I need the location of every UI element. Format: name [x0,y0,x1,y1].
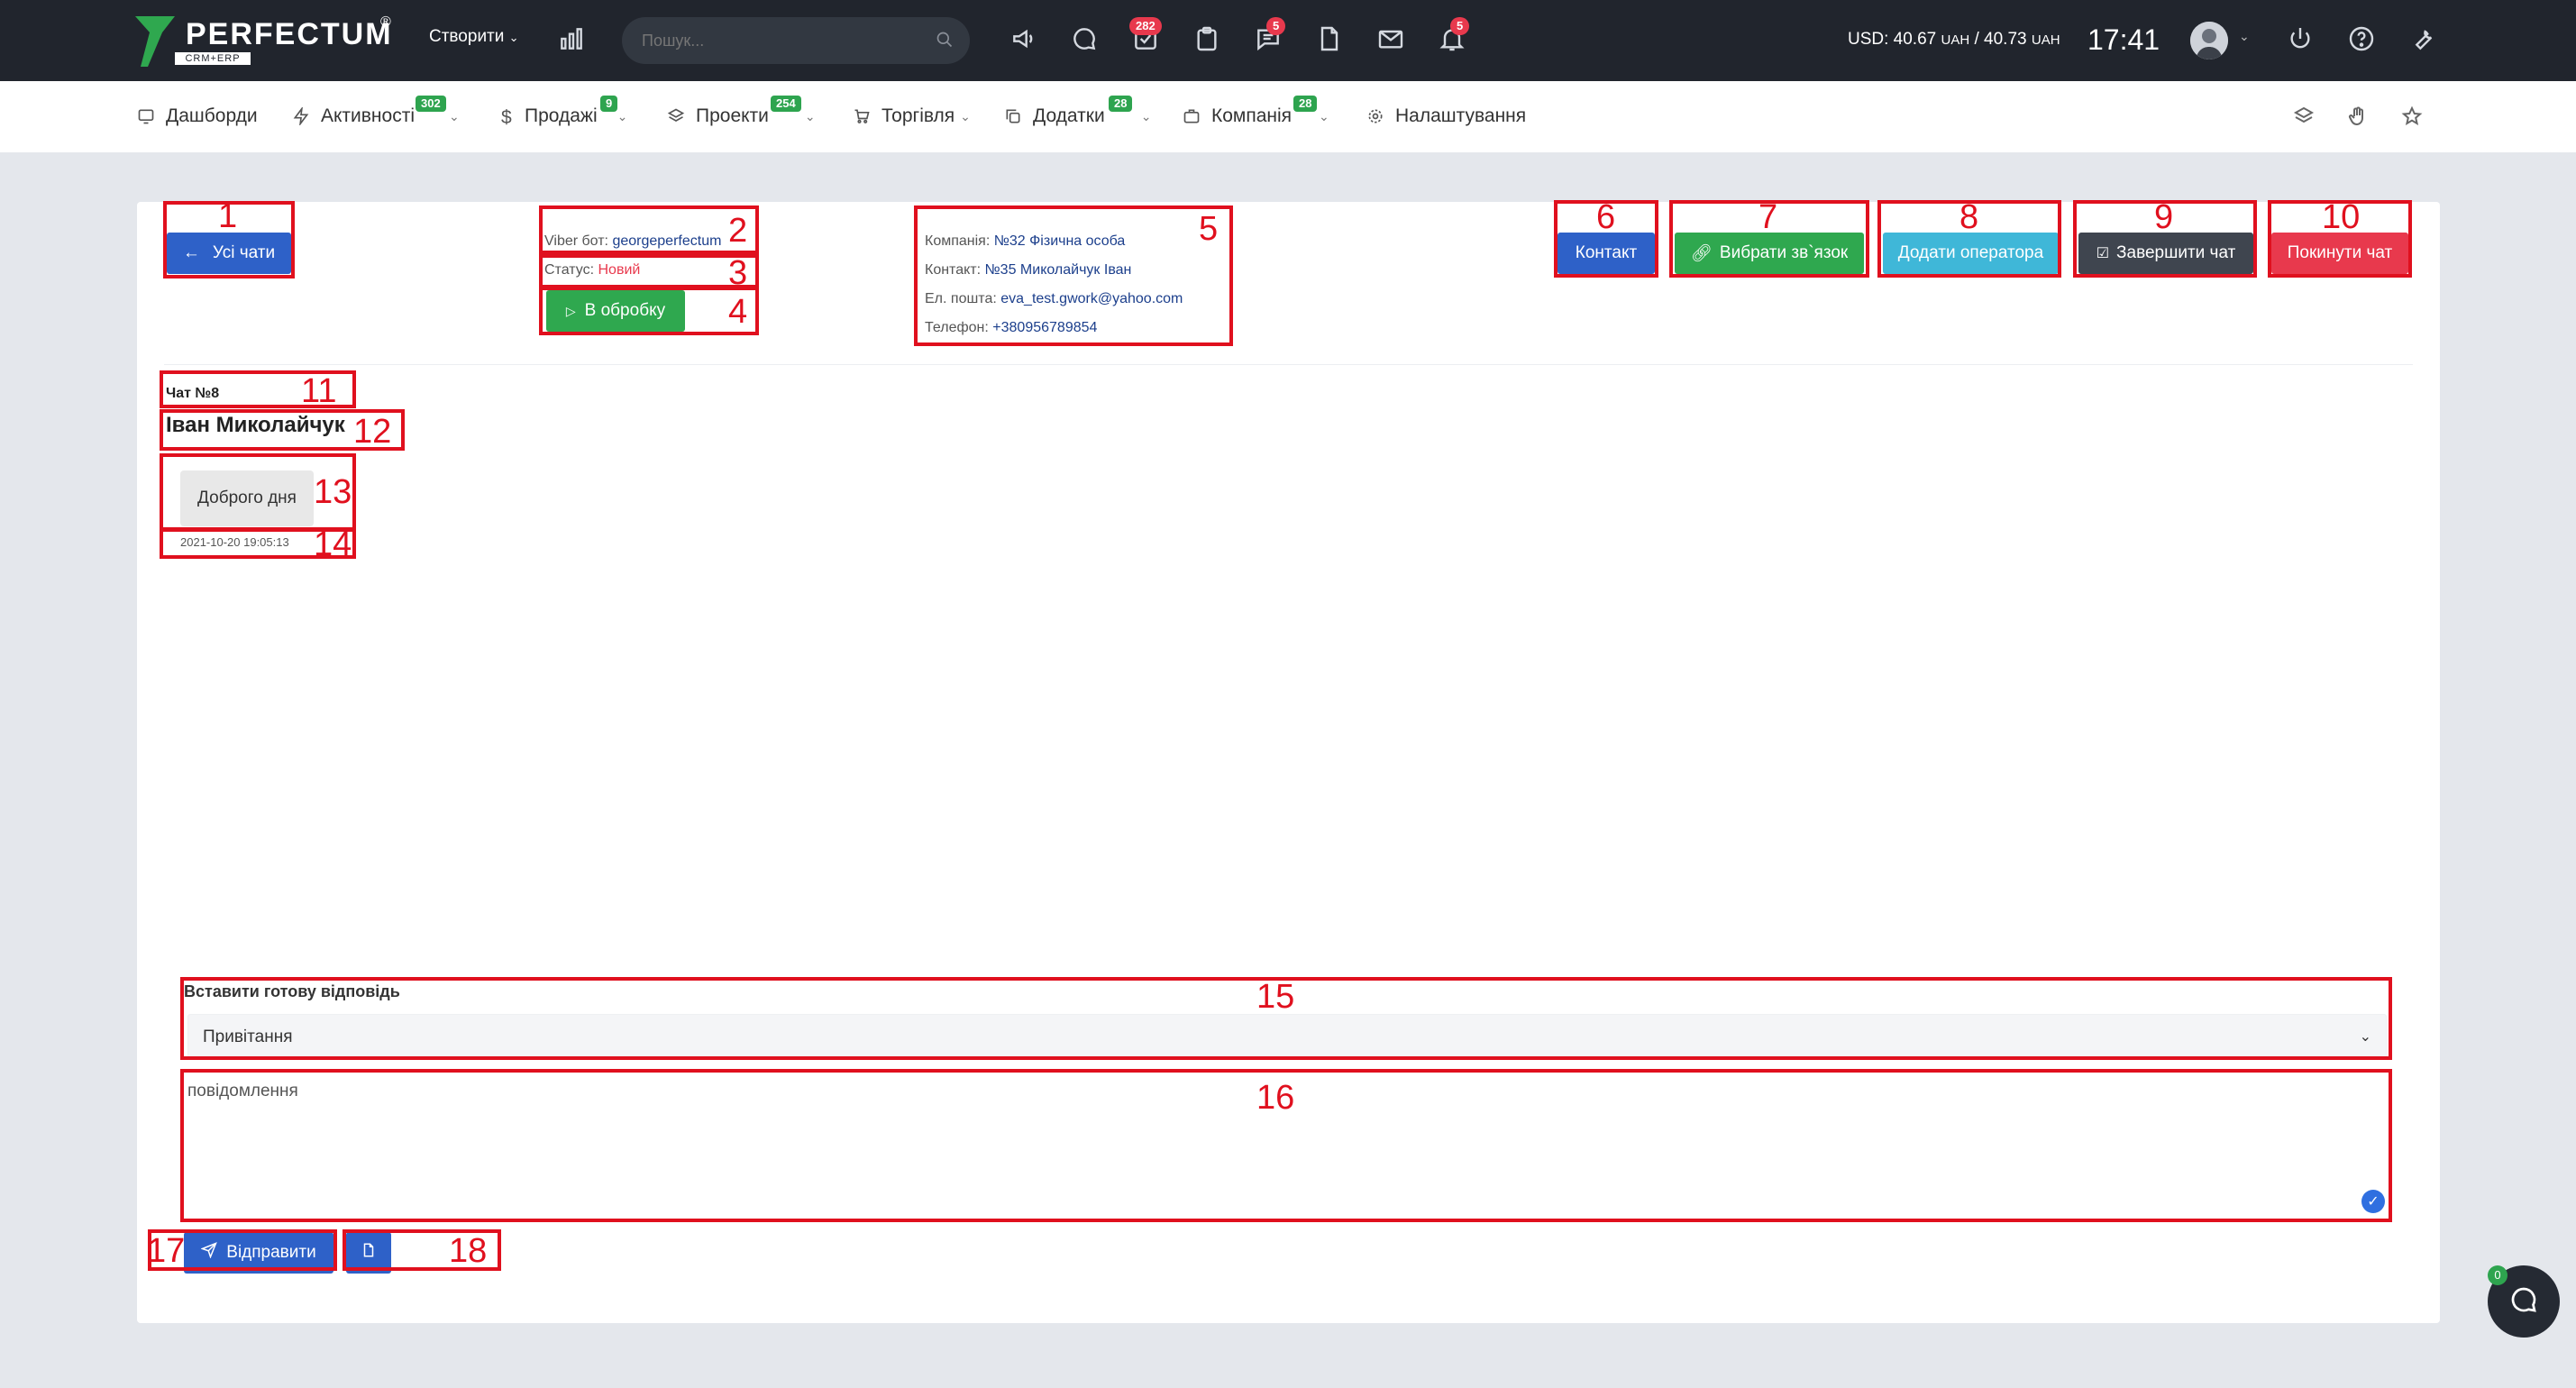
nav-item-projects[interactable]: Проекти 254 ⌄ [667,96,816,127]
main-nav: Дашборди Активності 302 ⌄ $ Продажі 9 ⌄ … [0,81,2576,153]
nav-item-activities[interactable]: Активності 302 ⌄ [292,96,460,127]
currency-rate-buy: USD: 40.67 [1848,30,1937,49]
currency-rate: USD: 40.67 UAH / 40.73 UAH [1848,30,2060,50]
chevron-down-icon: ⌄ [449,108,460,123]
layers-icon [667,107,685,125]
layers-icon[interactable] [2293,105,2316,129]
annotation-box [539,287,759,335]
annotation-number: 13 [314,473,352,511]
annotation-number: 12 [353,413,392,451]
copy-icon [1004,107,1022,125]
notifications-badge: 5 [1450,17,1470,35]
registered-mark: ® [380,14,391,30]
create-menu[interactable]: Створити ⌄ [429,27,519,47]
chevron-down-icon: ⌄ [960,108,971,123]
chevron-down-icon[interactable]: ⌄ [2239,29,2250,44]
top-bar: PERFECTUM CRM+ERP ® Створити ⌄ 282 5 5 U… [0,0,2576,81]
annotation-number: 1 [218,197,238,235]
currency-unit: UAH [1941,32,1970,48]
chart-icon[interactable] [557,24,589,57]
nav-item-company[interactable]: Компанія 28 ⌄ [1183,96,1329,127]
annotation-number: 17 [147,1232,186,1270]
nav-label: Додатки [1033,105,1105,126]
currency-rate-sell: / 40.73 [1974,30,2027,49]
mail-icon[interactable] [1376,24,1409,57]
hand-icon[interactable] [2347,105,2370,129]
star-icon[interactable] [2401,105,2425,129]
nav-label: Компанія [1211,105,1293,126]
tasks-icon[interactable]: 282 [1129,17,1164,57]
nav-item-dashboards[interactable]: Дашборди [137,105,258,127]
logo[interactable]: PERFECTUM CRM+ERP ® [135,14,393,67]
annotation-box [539,254,759,288]
tasks-badge: 282 [1129,17,1162,35]
annotation-number: 14 [314,525,352,563]
search-box[interactable] [622,17,970,64]
chevron-down-icon: ⌄ [1140,108,1152,123]
chat-bubble-icon [2507,1283,2540,1320]
annotation-number: 4 [728,293,748,331]
lightning-icon [292,105,310,127]
document-icon[interactable] [1315,24,1347,57]
logo-mark-icon [135,16,175,67]
chevron-down-icon: ⌄ [508,31,519,44]
search-input[interactable] [622,17,919,64]
wrench-icon[interactable] [2408,24,2441,57]
chevron-down-icon: ⌄ [1319,108,1329,123]
nav-label: Налаштування [1395,105,1527,126]
clock: 17:41 [2087,23,2160,56]
nav-item-trade[interactable]: Торгівля ⌄ [853,105,971,127]
monitor-icon [137,107,155,125]
help-icon[interactable] [2347,24,2380,57]
divider [164,364,2413,365]
messages-icon[interactable]: 5 [1254,17,1286,57]
annotation-number: 6 [1596,198,1616,236]
chevron-down-icon: ⌄ [617,108,628,123]
nav-label: Продажі [525,105,598,126]
annotation-number: 9 [2154,198,2174,236]
annotation-number: 16 [1256,1079,1295,1117]
dollar-icon: $ [501,107,512,128]
chevron-down-icon: ⌄ [804,108,816,123]
messages-badge: 5 [1266,17,1286,35]
nav-badge: 302 [416,96,446,112]
create-label: Створити [429,27,505,46]
clipboard-icon[interactable] [1192,24,1225,57]
bell-icon[interactable]: 5 [1438,17,1470,57]
currency-unit: UAH [2031,32,2060,48]
logo-text: PERFECTUM [186,17,393,51]
annotation-number: 10 [2322,198,2361,236]
nav-label: Торгівля [882,105,955,126]
annotation-number: 3 [728,254,748,292]
nav-badge: 28 [1109,96,1133,112]
annotation-number: 15 [1256,978,1295,1016]
briefcase-icon [1183,107,1201,125]
nav-label: Активності [321,105,415,126]
nav-item-settings[interactable]: Налаштування [1366,105,1526,127]
power-icon[interactable] [2286,24,2318,57]
gear-icon [1366,107,1384,125]
nav-label: Дашборди [166,105,258,126]
chat-bubble-icon[interactable] [1070,24,1102,57]
nav-item-sales[interactable]: $ Продажі 9 ⌄ [501,96,628,128]
annotation-box [539,205,759,254]
chat-widget-badge: 0 [2488,1265,2507,1285]
nav-badge: 9 [600,96,618,112]
nav-badge: 28 [1293,96,1318,112]
annotation-box [914,205,1233,346]
annotation-number: 18 [449,1232,488,1270]
logo-subtext: CRM+ERP [175,52,251,65]
annotation-number: 11 [301,372,337,410]
annotation-number: 7 [1758,198,1778,236]
annotation-number: 2 [728,212,748,250]
nav-item-addons[interactable]: Додатки 28 ⌄ [1004,96,1152,127]
annotation-number: 8 [1959,198,1979,236]
nav-label: Проекти [696,105,769,126]
nav-badge: 254 [771,96,801,112]
search-icon [936,31,954,53]
announcement-icon[interactable] [1009,24,1042,57]
annotation-number: 5 [1199,210,1219,248]
cart-icon [853,107,871,125]
avatar[interactable] [2190,22,2228,59]
